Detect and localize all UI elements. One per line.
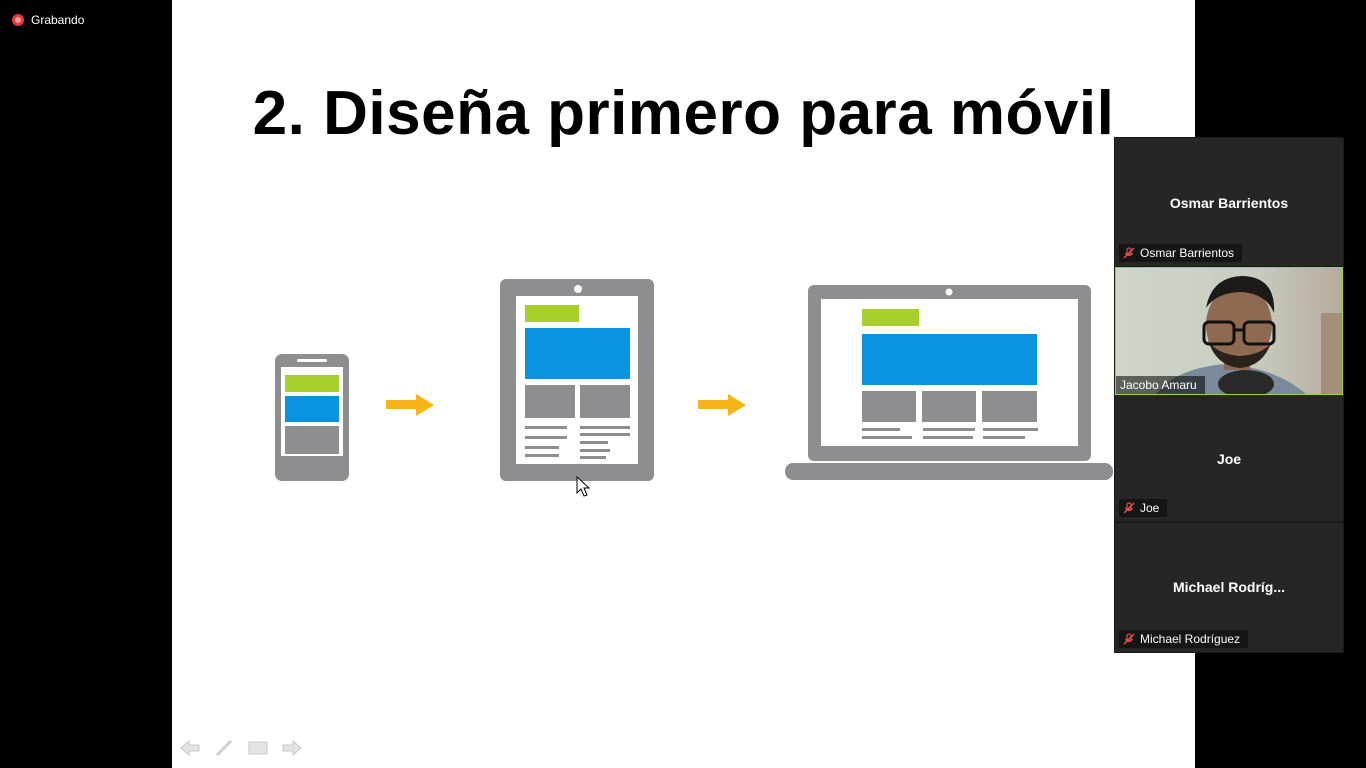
arrow-right-icon xyxy=(386,394,434,416)
participant-tile[interactable]: Joe Joe xyxy=(1115,395,1343,521)
participant-name: Osmar Barrientos xyxy=(1169,195,1289,211)
phone-illustration xyxy=(275,354,349,481)
participant-label-text: Osmar Barrientos xyxy=(1140,246,1235,260)
mic-muted-icon xyxy=(1123,502,1135,514)
mouse-cursor-icon xyxy=(576,476,590,497)
participant-tile[interactable]: Osmar Barrientos Osmar Barrientos xyxy=(1115,138,1343,266)
shared-slide: 2. Diseña primero para móvil xyxy=(172,0,1195,768)
prev-arrow-icon[interactable] xyxy=(180,738,200,758)
participants-panel: Osmar Barrientos Osmar Barrientos Jacobo… xyxy=(1114,137,1344,653)
participant-label-text: Joe xyxy=(1140,501,1160,515)
recording-indicator: Grabando xyxy=(12,12,84,28)
participant-label: Joe xyxy=(1119,499,1168,517)
participant-label-text: Michael Rodríguez xyxy=(1140,632,1241,646)
participant-label: Jacobo Amaru xyxy=(1116,376,1205,394)
laptop-illustration xyxy=(785,285,1113,480)
slide-controls xyxy=(180,738,302,758)
pen-icon[interactable] xyxy=(214,738,234,758)
participant-tile[interactable]: Michael Rodríg... Michael Rodríguez xyxy=(1115,523,1343,652)
participant-name: Michael Rodríg... xyxy=(1172,579,1285,595)
devices-illustration xyxy=(275,279,1113,481)
participant-name: Joe xyxy=(1216,451,1242,467)
mic-muted-icon xyxy=(1123,633,1135,645)
screen-icon[interactable] xyxy=(248,738,268,758)
participant-label-text: Jacobo Amaru xyxy=(1120,378,1197,392)
participant-video-tile[interactable]: Jacobo Amaru xyxy=(1115,267,1343,395)
recording-icon xyxy=(12,14,24,26)
participant-label: Osmar Barrientos xyxy=(1119,244,1243,262)
tablet-illustration xyxy=(500,279,654,481)
recording-label: Grabando xyxy=(31,13,85,27)
next-arrow-icon[interactable] xyxy=(282,738,302,758)
mic-muted-icon xyxy=(1123,247,1135,259)
participant-label: Michael Rodríguez xyxy=(1119,630,1249,648)
arrow-right-icon xyxy=(698,394,746,416)
